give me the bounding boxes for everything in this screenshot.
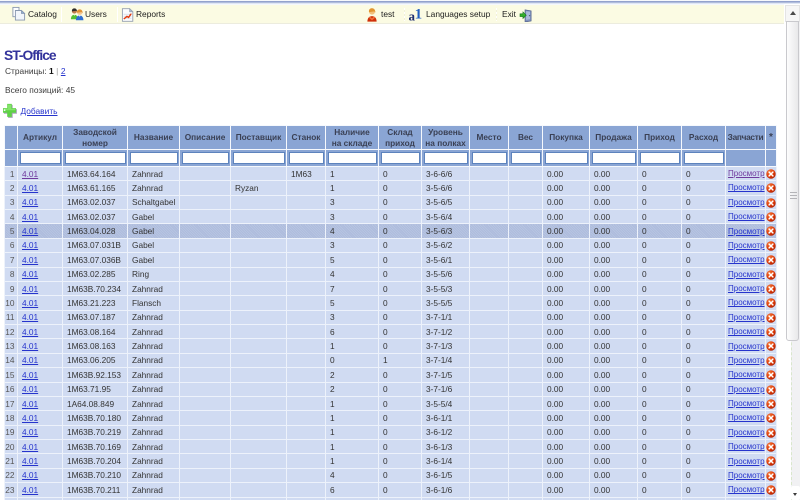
svg-text:1: 1 bbox=[415, 7, 423, 23]
